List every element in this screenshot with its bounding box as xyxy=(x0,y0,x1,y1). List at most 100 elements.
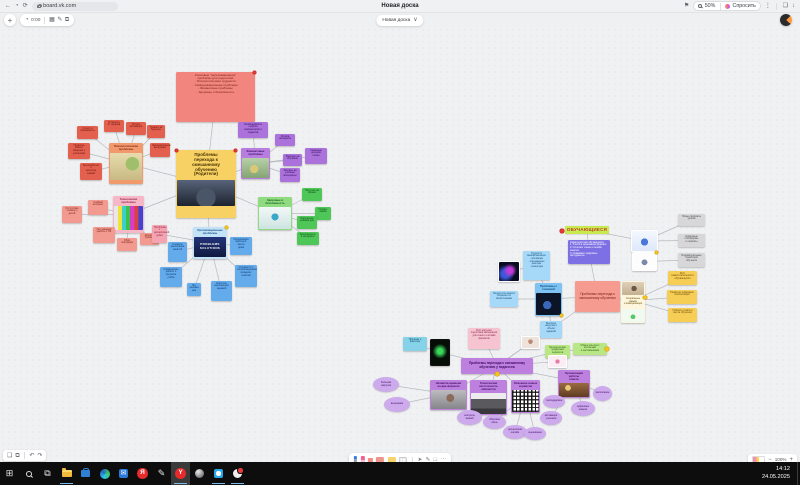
mindmap-node-h1[interactable]: Нагрузка на зрение xyxy=(302,188,322,201)
menu-icon[interactable]: ⋮ xyxy=(765,3,771,9)
presentation-icon[interactable]: ⧉ xyxy=(15,453,19,459)
mindmap-node-r4[interactable]: Усталость от экранов xyxy=(104,120,124,132)
mindmap-node-hlt[interactable]: Здоровье и безопасность xyxy=(258,197,292,230)
mindmap-node-f4[interactable]: Затраты на учебные материалы xyxy=(280,168,300,182)
mindmap-node-g1[interactable]: Новые форматы уроков xyxy=(678,214,705,226)
mindmap-node-r3[interactable]: Беспокойство о качестве знаний xyxy=(80,163,102,180)
grid-icon[interactable]: ▦ xyxy=(49,17,55,23)
add-button[interactable]: + xyxy=(4,14,16,26)
mindmap-node-key[interactable]: Ключевые "пересекающиеся" проблемы для р… xyxy=(176,72,255,122)
mindmap-node-pc1[interactable]: Нехватка времени на два формата xyxy=(430,380,467,410)
frames-panel-icon[interactable]: ❏ xyxy=(7,453,12,459)
mail-ru-icon[interactable] xyxy=(228,462,247,485)
yandex-icon[interactable]: Я xyxy=(133,462,152,485)
mindmap-node-r5[interactable]: Потеря мотивации xyxy=(126,122,146,135)
mindmap-node-gn2[interactable]: Обмен опытом с коллегами и наставниками xyxy=(573,343,607,355)
store-icon[interactable] xyxy=(76,462,95,485)
mindmap-node-h2[interactable]: Гиподи- намия xyxy=(315,207,331,220)
mindmap-node-psy[interactable]: Психологические проблемы xyxy=(109,143,143,184)
mindmap-node-vio[interactable]: Характеристики обучающихся: 1. Учатся в … xyxy=(568,240,610,264)
mindmap-node-t2[interactable]: Отсутствие техники у детей xyxy=(62,206,82,223)
mindmap-node-e9[interactable]: цифровые навыки xyxy=(571,401,595,416)
file-explorer-icon[interactable] xyxy=(57,462,76,485)
redo-icon[interactable]: ↷ xyxy=(37,453,42,459)
mindmap-node-e4[interactable]: обратная связь xyxy=(483,415,506,429)
mindmap-node-wper[interactable] xyxy=(521,336,540,349)
mindmap-node-pc3[interactable]: Освоение новых сервисов xyxy=(511,380,540,413)
mindmap-node-r6[interactable]: Тревога за будущее xyxy=(147,125,165,138)
mindmap-node-f1[interactable]: Необходимость покупки компьютеров и гадж… xyxy=(238,122,268,138)
mindmap-node-hak[interactable] xyxy=(430,339,450,366)
mindmap-node-f3[interactable]: Расходы на обучение xyxy=(283,154,302,166)
mindmap-node-r1[interactable]: Стресс и тревожность xyxy=(77,126,98,139)
back-icon[interactable]: ← xyxy=(5,3,11,9)
mindmap-node-t3[interactable]: Нет навыков работы с ПК xyxy=(93,227,115,243)
mindmap-node-obp[interactable]: Проблемы с дисциплиной дома xyxy=(152,225,167,243)
ask-button[interactable]: Спросить xyxy=(733,3,756,9)
mindmap-node-cyc[interactable]: Проблемы с техникой xyxy=(535,283,562,316)
search-icon[interactable] xyxy=(19,462,38,485)
mindmap-node-t4[interactable]: Сбои платформ xyxy=(117,238,137,251)
mindmap-node-y2[interactable]: Развитие цифровых компетенций xyxy=(667,290,697,304)
pen-icon[interactable]: ✎ xyxy=(152,462,171,485)
mindmap-node-ycd[interactable]: Социальные навыки и коммуникация xyxy=(621,281,645,323)
mindmap-node-phub[interactable]: Проблемы перехода к смешанному обучению … xyxy=(461,358,533,374)
mindmap-node-r2[interactable]: Нехватка живого общения с учителями xyxy=(68,143,90,159)
mindmap-node-h4[interactable]: Безопасность в интернете xyxy=(297,232,319,245)
browser-zoom-pill[interactable]: 50% Спросить xyxy=(693,1,761,11)
mindmap-node-ptop[interactable]: Рост нагрузки: подготовка материалов для… xyxy=(468,328,500,349)
mindmap-node-ob6[interactable]: Контроль выполнения заданий xyxy=(211,281,232,301)
mindmap-node-bc2[interactable]: Недостаток живого общения со сверстникам… xyxy=(490,291,518,307)
mindmap-node-ban[interactable]: ОБУЧАЮЩИЕСЯ xyxy=(565,226,609,234)
reload-icon[interactable]: ⟳ xyxy=(23,3,28,9)
address-bar[interactable]: board.vk.com xyxy=(32,2,118,11)
mindmap-node-fin[interactable]: Финансовые проблемы xyxy=(241,148,270,179)
mindmap-node-wc1[interactable] xyxy=(631,230,658,252)
mindmap-node-h3[interactable]: Нарушение режима дня xyxy=(297,216,317,229)
mindmap-node-ob4[interactable]: Организация рабочего места дома xyxy=(230,237,252,255)
mindmap-node-e10[interactable]: расписание xyxy=(593,386,612,401)
mindmap-node-ob2[interactable]: Совмещение работы и контроля учёбы xyxy=(160,267,182,287)
mindmap-node-y1[interactable]: Рост самостоятельности обучающихся xyxy=(668,271,697,285)
mindmap-node-e1[interactable]: большая нагрузка xyxy=(373,377,399,392)
mindmap-node-g3[interactable]: Индивидуальные траектории обучения xyxy=(678,253,705,267)
mindmap-node-e2[interactable]: выгорание xyxy=(384,397,410,412)
messenger-icon[interactable] xyxy=(209,462,228,485)
mindmap-node-f5[interactable]: Снижение доходов семьи xyxy=(305,148,327,164)
mindmap-node-bc3[interactable]: Высокая нагрузка и объём заданий xyxy=(540,321,562,338)
task-view-icon[interactable]: ⧉ xyxy=(38,462,57,485)
mindmap-node-ob3[interactable]: Нет режима дня xyxy=(187,283,201,296)
mindmap-node-wdol[interactable] xyxy=(548,355,567,368)
mindmap-node-bc1[interactable]: Трудности самоорганизации: - мотивация -… xyxy=(523,251,550,280)
avatar[interactable] xyxy=(780,14,792,26)
mindmap-node-e7[interactable]: мотивация учеников xyxy=(540,411,562,425)
mindmap-node-e6[interactable]: оценивание xyxy=(524,427,546,440)
undo-icon[interactable]: ↶ xyxy=(29,453,34,459)
timer-icon[interactable]: ◔ xyxy=(25,17,29,23)
mindmap-node-org[interactable]: Организационные проблемыPROBLEMS SOLUTIO… xyxy=(193,227,227,259)
bookmark-icon[interactable]: ⚑ xyxy=(684,3,689,9)
mindmap-node-wc2[interactable] xyxy=(632,252,657,271)
edge-icon[interactable] xyxy=(95,462,114,485)
mindmap-node-e3[interactable]: контроль знаний xyxy=(457,410,482,425)
tab-overview-icon[interactable]: ◔ xyxy=(15,3,19,9)
mindmap-node-c[interactable]: Проблемы перехода к смешанному обучению … xyxy=(176,150,236,218)
yandex-browser-icon[interactable]: Y xyxy=(171,462,190,485)
download-icon[interactable]: ↓ xyxy=(792,3,795,9)
mindmap-node-g2[interactable]: Цифровые платформы и сервисы xyxy=(678,234,705,247)
side-panel-icon[interactable]: ❏ xyxy=(783,3,788,9)
mindmap-node-pc4[interactable]: Организация работы класса xyxy=(558,370,590,398)
frames-icon[interactable]: ⧉ xyxy=(65,17,69,23)
mindmap-node-ob1[interactable]: Сложное расписание занятий xyxy=(168,242,187,262)
mindmap-node-e8[interactable]: техподдержка xyxy=(543,395,565,408)
comment-icon[interactable]: ✎ xyxy=(57,17,62,23)
mindmap-node-ob5[interactable]: Сложности с сопровождением младших класс… xyxy=(235,265,257,287)
mindmap-node-neon[interactable] xyxy=(498,261,520,282)
mindmap-node-tech[interactable]: Технические проблемы xyxy=(113,196,144,233)
sphere-icon[interactable] xyxy=(190,462,209,485)
mindmap-node-hub[interactable]: Проблемы перехода к смешанному обучению xyxy=(575,281,620,312)
mindmap-node-teal[interactable]: Причины и факторы xyxy=(403,337,427,351)
mindmap-node-r7[interactable]: Эмоциональное выгорание xyxy=(150,143,170,157)
mindmap-node-y3[interactable]: Гибкость темпа и места обучения xyxy=(668,308,697,322)
mindmap-node-t1[interactable]: Слабый интернет xyxy=(88,200,108,215)
